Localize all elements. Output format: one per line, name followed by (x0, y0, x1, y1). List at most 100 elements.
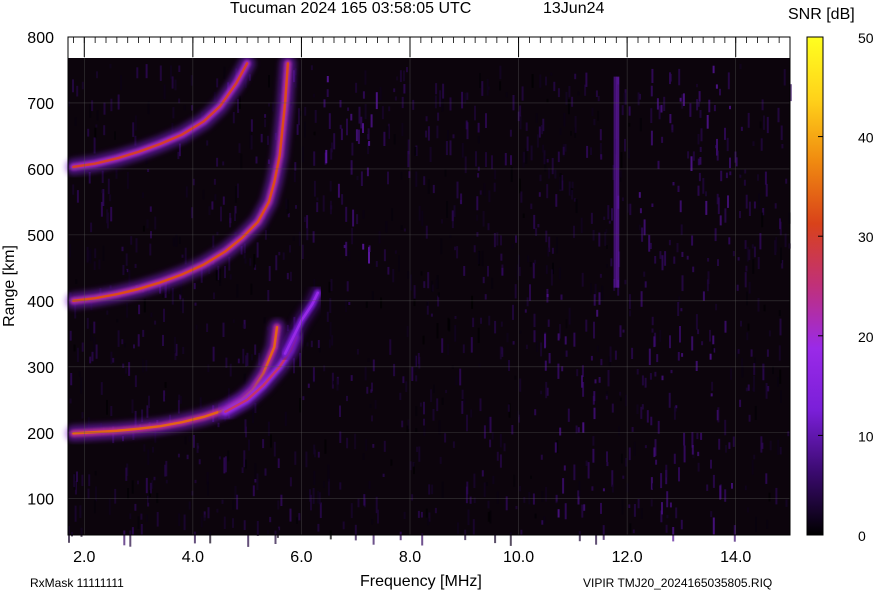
noise-cell (515, 506, 518, 510)
noise-cell (327, 464, 330, 482)
noise-cell (665, 464, 668, 478)
noise-cell (427, 126, 430, 141)
noise-cell (545, 486, 548, 502)
noise-cell (362, 123, 364, 133)
noise-cell (364, 366, 367, 381)
noise-cell (171, 287, 174, 305)
noise-cell (491, 155, 493, 170)
colorbar-tick-label: 20 (858, 329, 874, 345)
noise-cell (162, 289, 165, 298)
noise-cell (306, 342, 309, 347)
noise-cell (522, 213, 525, 218)
noise-cell (89, 103, 92, 118)
noise-cell (625, 394, 628, 407)
noise-cell (90, 222, 93, 233)
noise-cell (779, 447, 782, 455)
noise-cell (413, 285, 416, 299)
noise-cell (375, 92, 378, 110)
noise-cell (481, 250, 484, 267)
noise-cell (649, 373, 652, 380)
noise-cell (757, 298, 760, 312)
noise-cell (110, 206, 113, 222)
noise-cell (216, 508, 219, 513)
noise-cell (184, 247, 187, 265)
noise-cell (558, 267, 561, 280)
noise-cell (716, 150, 719, 161)
noise-cell (778, 345, 781, 361)
noise-cell (691, 336, 694, 351)
noise-cell (442, 83, 445, 99)
noise-cell (681, 353, 684, 357)
noise-cell (661, 502, 663, 515)
noise-cell (489, 439, 492, 448)
noise-cell (781, 144, 784, 149)
noise-cell (356, 349, 359, 355)
noise-cell (188, 435, 191, 442)
noise-cell (147, 169, 150, 172)
noise-cell (430, 389, 433, 402)
noise-cell (697, 185, 700, 196)
noise-cell (73, 474, 76, 488)
noise-cell (193, 283, 196, 290)
noise-cell (744, 240, 747, 249)
noise-cell (669, 73, 672, 82)
noise-cell (512, 304, 514, 320)
noise-cell (466, 92, 469, 100)
noise-cell (316, 202, 319, 213)
noise-cell (648, 235, 651, 252)
noise-cell (474, 105, 476, 121)
noise-cell (95, 124, 98, 128)
noise-cell (142, 329, 145, 337)
noise-cell (745, 265, 748, 272)
noise-cell (149, 206, 152, 212)
noise-cell (683, 432, 686, 446)
noise-cell (269, 434, 272, 448)
colorbar: 0 10 20 30 40 50 (806, 30, 874, 544)
noise-cell (206, 140, 209, 146)
noise-cell (81, 342, 84, 352)
noise-cell (222, 322, 225, 337)
noise-cell (740, 169, 743, 175)
x-tick-label: 10.0 (503, 549, 534, 566)
noise-cell (559, 173, 562, 190)
noise-cell (145, 514, 148, 522)
noise-cell (483, 425, 486, 439)
noise-cell (640, 507, 643, 519)
noise-cell (156, 492, 159, 504)
noise-cell (185, 186, 188, 198)
noise-cell (93, 261, 96, 270)
noise-cell (264, 114, 267, 118)
noise-cell (348, 251, 351, 261)
noise-cell (627, 203, 630, 213)
noise-cell (625, 458, 628, 467)
noise-cell (507, 404, 510, 412)
noise-cell (346, 437, 349, 449)
noise-cell (354, 433, 357, 450)
noise-cell (740, 320, 742, 327)
noise-cell (464, 92, 467, 104)
noise-cell (278, 251, 281, 256)
noise-cell (557, 333, 560, 341)
noise-cell (650, 499, 653, 507)
noise-cell (593, 407, 596, 420)
noise-cell (540, 342, 543, 357)
noise-cell (101, 170, 104, 183)
noise-cell (757, 257, 760, 270)
noise-cell (100, 382, 103, 395)
noise-cell (165, 460, 168, 477)
noise-cell (578, 481, 581, 497)
noise-cell (501, 346, 503, 355)
noise-cell (211, 201, 214, 210)
noise-cell (303, 216, 306, 222)
noise-cell (174, 79, 177, 91)
noise-cell (736, 284, 739, 291)
noise-cell (306, 228, 309, 241)
noise-cell (653, 447, 656, 458)
noise-cell (462, 344, 465, 354)
noise-cell (87, 488, 90, 499)
noise-cell (499, 65, 502, 80)
noise-cell (750, 349, 753, 357)
noise-cell (123, 530, 126, 546)
noise-cell (592, 230, 595, 241)
noise-cell (482, 276, 485, 284)
